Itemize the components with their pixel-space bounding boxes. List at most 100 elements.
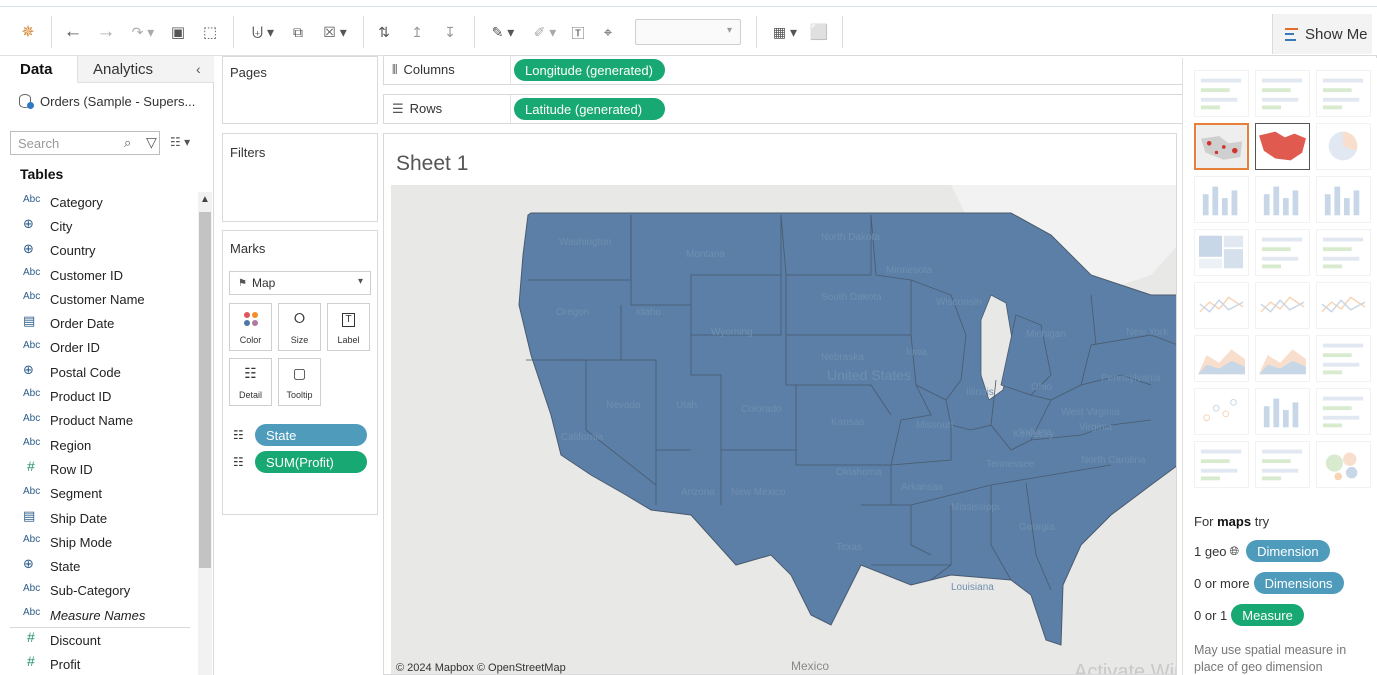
field-country[interactable]: ⊕ Country — [0, 239, 196, 263]
swap-icon[interactable]: ⇅ — [373, 19, 395, 45]
scatter-plot-tile-icon — [1203, 399, 1237, 422]
sheet-title[interactable]: Sheet 1 — [396, 152, 468, 176]
stacked-bars-tile-icon — [1263, 186, 1299, 216]
tableau-logo-icon[interactable]: ✵ — [16, 19, 40, 45]
pie-chart-tile[interactable] — [1316, 123, 1371, 170]
symbol-map-tile[interactable] — [1194, 123, 1249, 170]
side-by-side-circles-tile[interactable] — [1316, 229, 1371, 276]
bullet-graph-tile[interactable] — [1255, 441, 1310, 488]
text-table-tile[interactable] — [1194, 70, 1249, 117]
filters-card[interactable]: Filters — [222, 133, 378, 222]
field-segment[interactable]: Abc Segment — [0, 482, 196, 506]
area-discrete-tile[interactable] — [1255, 335, 1310, 382]
dual-combination-tile[interactable] — [1316, 335, 1371, 382]
hint-note: May use spatial measure in place of geo … — [1194, 643, 1347, 674]
label-icon[interactable]: 🅃 — [567, 19, 589, 45]
search-icon[interactable]: ⌕ — [124, 135, 131, 151]
dual-lines-tile[interactable] — [1316, 282, 1371, 329]
heat-map-tile[interactable] — [1255, 70, 1310, 117]
map-view[interactable]: Washington Montana North Dakota Minnesota Or… — [391, 185, 1177, 675]
tab-analytics[interactable]: Analytics — [78, 56, 214, 83]
longitude-pill[interactable]: Longitude (generated) — [514, 59, 665, 81]
field-order-id[interactable]: Abc Order ID — [0, 336, 196, 360]
field-region[interactable]: Abc Region — [0, 433, 196, 457]
redo-dropdown-icon[interactable]: ↷ ▾ — [124, 19, 162, 45]
lines-continuous-tile[interactable] — [1194, 282, 1249, 329]
mark-type-dropdown[interactable]: ⚑ Map — [229, 271, 371, 295]
size-button[interactable]: ⭘ Size — [278, 303, 321, 351]
lines-discrete-tile[interactable] — [1255, 282, 1310, 329]
treemap-tile[interactable] — [1194, 229, 1249, 276]
histogram-tile[interactable] — [1255, 388, 1310, 435]
map-label-utah: Utah — [676, 400, 697, 411]
field-measure-names[interactable]: Abc Measure Names — [0, 603, 196, 627]
shelf-divider — [510, 95, 511, 123]
map-attribution[interactable]: © 2024 Mapbox © OpenStreetMap — [396, 662, 566, 674]
show-me-button[interactable]: Show Me — [1272, 14, 1372, 54]
latitude-pill[interactable]: Latitude (generated) — [514, 98, 665, 120]
packed-bubbles-tile[interactable] — [1316, 441, 1371, 488]
collapse-pane-icon[interactable]: ‹ — [196, 61, 201, 77]
color-button[interactable]: Color — [229, 303, 272, 351]
save-icon[interactable]: ▣ — [166, 19, 190, 45]
presentation-icon[interactable]: ⬜ — [808, 19, 830, 45]
field-state[interactable]: ⊕ State — [0, 554, 196, 578]
field-product-id[interactable]: Abc Product ID — [0, 384, 196, 408]
highlight-table-tile[interactable] — [1316, 70, 1371, 117]
circle-views-tile[interactable] — [1255, 229, 1310, 276]
box-whisker-tile[interactable] — [1316, 388, 1371, 435]
field-discount[interactable]: # Discount — [0, 628, 196, 652]
tooltip-button[interactable]: ▢ Tooltip — [278, 358, 321, 406]
view-options-icon[interactable]: ☷ ▾ — [170, 135, 190, 149]
field-ship-date[interactable]: ▤ Ship Date — [0, 506, 196, 530]
us-state-map[interactable]: Washington Montana North Dakota Minnesota Or… — [391, 185, 1177, 675]
area-continuous-tile[interactable] — [1194, 335, 1249, 382]
sum-profit-pill[interactable]: SUM(Profit) — [255, 451, 367, 473]
stacked-bars-tile[interactable] — [1255, 176, 1310, 223]
sort-asc-icon[interactable]: ↥ — [406, 19, 428, 45]
field-profit[interactable]: # Profit — [0, 652, 196, 675]
filled-map-tile[interactable] — [1255, 123, 1310, 170]
scroll-up-icon[interactable]: ▲ — [200, 194, 210, 205]
field-ship-mode[interactable]: Abc Ship Mode — [0, 530, 196, 554]
field-product-name[interactable]: Abc Product Name — [0, 409, 196, 433]
filter-icon[interactable]: ▽ — [146, 134, 157, 151]
size-icon: ⭘ — [293, 310, 306, 326]
annotate-icon[interactable]: ✐ ▾ — [526, 19, 564, 45]
side-by-side-bars-tile[interactable] — [1316, 176, 1371, 223]
detail-button[interactable]: ☷ Detail — [229, 358, 272, 406]
sort-desc-icon[interactable]: ↧ — [439, 19, 461, 45]
scatter-plot-tile[interactable] — [1194, 388, 1249, 435]
duplicate-icon[interactable]: ⧉ — [287, 19, 309, 45]
forward-arrow-icon[interactable]: → — [94, 19, 118, 45]
field-customer-name[interactable]: Abc Customer Name — [0, 287, 196, 311]
tab-data[interactable]: Data — [0, 56, 78, 83]
field-city[interactable]: ⊕ City — [0, 214, 196, 238]
datasource-item[interactable]: Orders (Sample - Supers... — [18, 93, 195, 109]
field-name: Customer ID — [50, 267, 123, 283]
show-cards-icon[interactable]: ▦ ▾ — [766, 19, 804, 45]
back-arrow-icon[interactable]: ← — [61, 19, 85, 45]
fit-dropdown[interactable] — [635, 19, 741, 45]
field-row-id[interactable]: # Row ID — [0, 457, 196, 481]
field-search-input[interactable]: Search — [10, 131, 160, 155]
field-sub-category[interactable]: Abc Sub-Category — [0, 579, 196, 603]
field-order-date[interactable]: ▤ Order Date — [0, 311, 196, 335]
treemap-tile-icon — [1199, 235, 1244, 269]
label-button[interactable]: T Label — [327, 303, 370, 351]
horizontal-bars-tile[interactable] — [1194, 176, 1249, 223]
pin-icon[interactable]: ⌖ — [597, 19, 619, 45]
clear-sheet-icon[interactable]: ☒ ▾ — [314, 19, 356, 45]
gantt-tile[interactable] — [1194, 441, 1249, 488]
state-pill[interactable]: State — [255, 424, 367, 446]
new-worksheet-icon[interactable]: ⨄ ▾ — [242, 19, 284, 45]
new-datasource-icon[interactable]: ⬚ — [198, 19, 222, 45]
field-name: Ship Date — [50, 510, 108, 526]
field-name: Postal Code — [50, 364, 121, 380]
field-customer-id[interactable]: Abc Customer ID — [0, 263, 196, 287]
pages-card[interactable]: Pages — [222, 56, 378, 124]
highlight-icon[interactable]: ✎ ▾ — [484, 19, 522, 45]
field-category[interactable]: Abc Category — [0, 190, 196, 214]
field-postal-code[interactable]: ⊕ Postal Code — [0, 360, 196, 384]
scrollbar-thumb[interactable] — [199, 212, 211, 568]
